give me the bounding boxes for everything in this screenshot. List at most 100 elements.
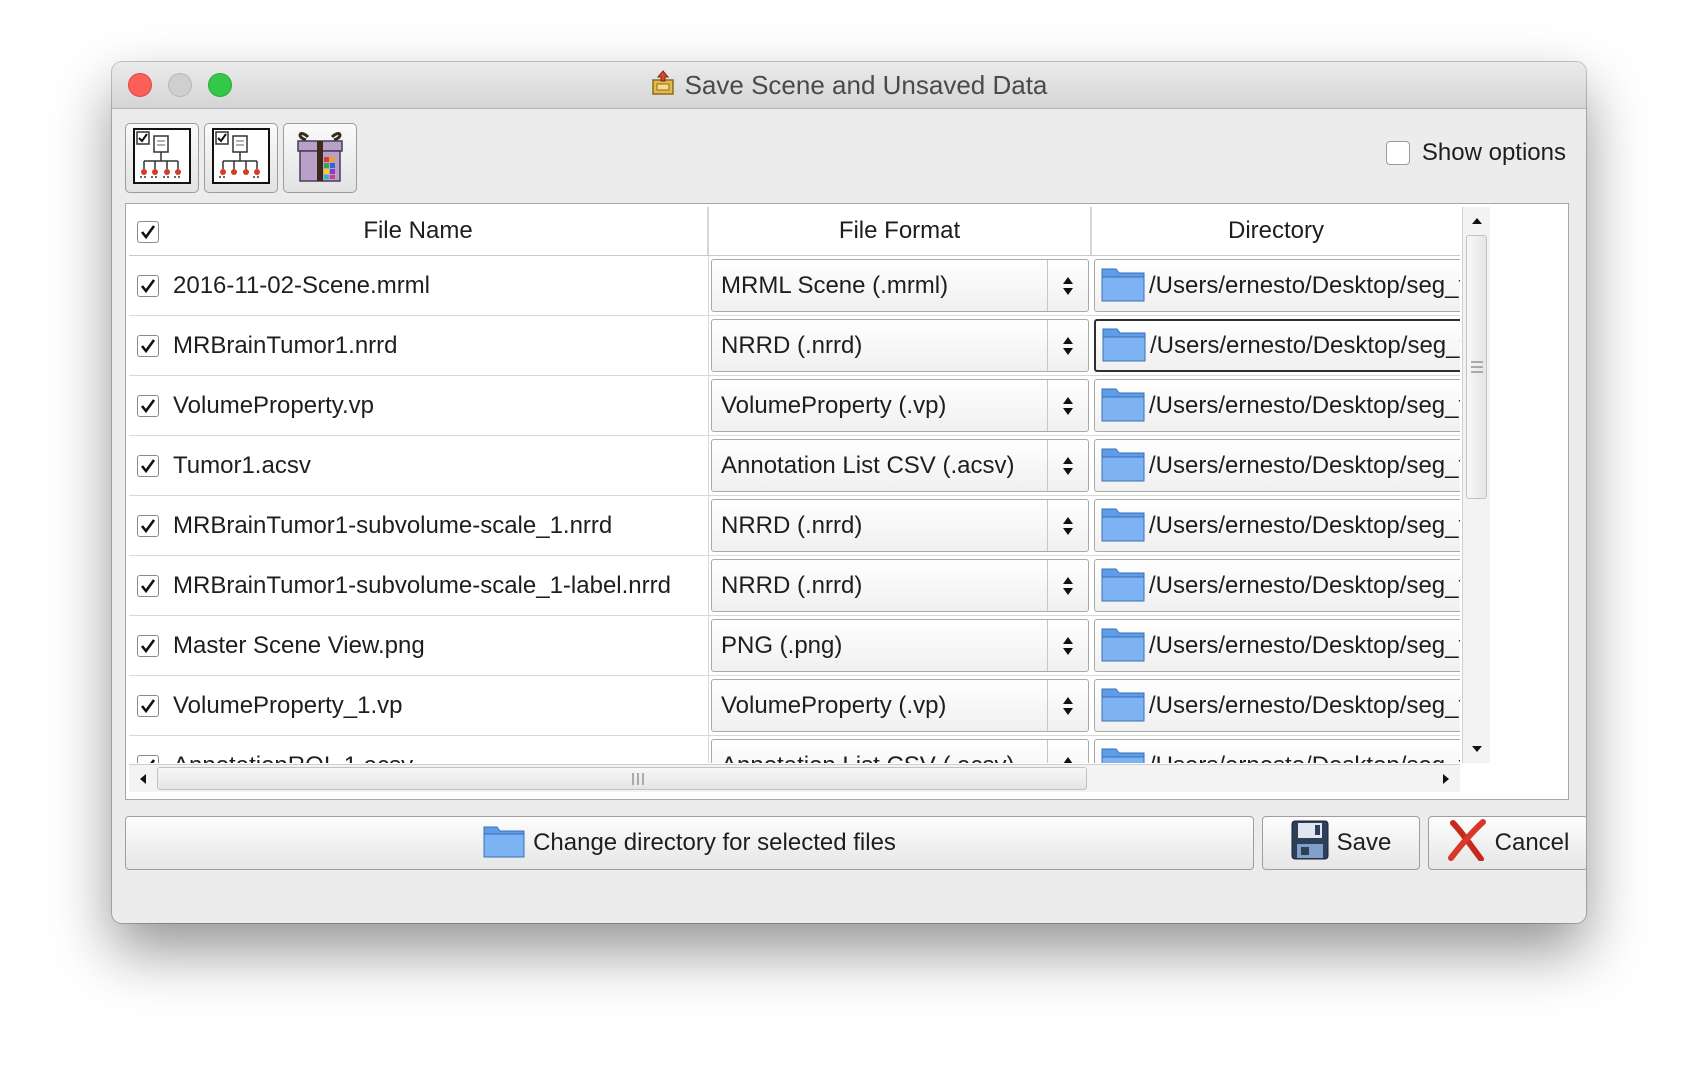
file-name-text[interactable]: Tumor1.acsv	[173, 452, 311, 480]
file-format-value: PNG (.png)	[721, 632, 843, 659]
file-format-dropdown[interactable]: MRML Scene (.mrml)	[711, 259, 1089, 312]
file-format-dropdown[interactable]: Annotation List CSV (.acsv)	[711, 739, 1089, 763]
file-name-cell: VolumeProperty_1.vp	[129, 676, 709, 735]
file-name-text[interactable]: VolumeProperty_1.vp	[173, 692, 402, 720]
dropdown-arrows-icon	[1047, 560, 1088, 611]
directory-button[interactable]: /Users/ernesto/Desktop/seg_tumor1	[1094, 319, 1460, 372]
row-select-checkbox[interactable]	[137, 394, 159, 417]
file-format-dropdown[interactable]: NRRD (.nrrd)	[711, 319, 1089, 372]
file-name-cell: AnnotationROI_1.acsv	[129, 736, 709, 763]
scroll-up-button[interactable]	[1465, 209, 1489, 233]
directory-path: /Users/ernesto/Desktop/seg_tumor1	[1149, 451, 1460, 479]
row-select-checkbox[interactable]	[137, 334, 159, 357]
folder-icon	[1101, 268, 1145, 302]
folder-icon	[1101, 504, 1145, 547]
directory-button[interactable]: /Users/ernesto/Desktop/seg_tumor1	[1094, 559, 1460, 612]
file-name-text[interactable]: MRBrainTumor1-subvolume-scale_1-label.nr…	[173, 572, 671, 600]
scroll-left-button[interactable]	[131, 767, 155, 791]
checkmark-icon	[140, 278, 156, 293]
row-select-checkbox[interactable]	[137, 694, 159, 717]
directory-button[interactable]: /Users/ernesto/Desktop/seg_tumor1	[1094, 379, 1460, 432]
row-select-checkbox[interactable]	[137, 754, 159, 763]
show-options-checkbox[interactable]	[1385, 141, 1410, 165]
select-modified-data-button[interactable]	[204, 123, 278, 193]
table-row[interactable]: VolumeProperty_1.vp VolumeProperty (.vp) /…	[129, 676, 1460, 736]
table-row[interactable]: Tumor1.acsv Annotation List CSV (.acsv) /U…	[129, 436, 1460, 496]
column-header-file-name[interactable]: File Name	[129, 207, 709, 255]
file-format-value: Annotation List CSV (.acsv)	[721, 452, 1015, 479]
table-row[interactable]: MRBrainTumor1.nrrd NRRD (.nrrd) /Users/ern…	[129, 316, 1460, 376]
scroll-right-button[interactable]	[1434, 767, 1458, 791]
table-row[interactable]: MRBrainTumor1-subvolume-scale_1.nrrd NRRD…	[129, 496, 1460, 556]
cancel-x-icon	[1447, 818, 1487, 868]
table-row[interactable]: AnnotationROI_1.acsv Annotation List CSV …	[129, 736, 1460, 763]
directory-button[interactable]: /Users/ernesto/Desktop/seg_tumor1	[1094, 679, 1460, 732]
horizontal-scroll-thumb[interactable]	[157, 767, 1087, 790]
table-header: File Name File Format Directory	[129, 207, 1460, 256]
directory-button[interactable]: /Users/ernesto/Desktop/seg_tumor1	[1094, 439, 1460, 492]
file-name-header-label: File Name	[363, 217, 473, 244]
folder-icon	[1101, 688, 1145, 722]
file-name-text[interactable]: MRBrainTumor1-subvolume-scale_1.nrrd	[173, 512, 612, 540]
directory-path: /Users/ernesto/Desktop/seg_tumor1	[1149, 271, 1460, 299]
checkmark-icon	[140, 698, 156, 713]
vertical-scroll-thumb[interactable]	[1466, 235, 1487, 499]
save-button[interactable]: Save	[1262, 816, 1420, 870]
row-select-checkbox[interactable]	[137, 634, 159, 657]
scroll-down-button[interactable]	[1465, 737, 1489, 761]
file-name-cell: 2016-11-02-Scene.mrml	[129, 256, 709, 315]
create-data-bundle-button[interactable]	[283, 123, 357, 193]
folder-icon	[1101, 684, 1145, 727]
file-name-text[interactable]: Master Scene View.png	[173, 632, 425, 660]
file-format-value: MRML Scene (.mrml)	[721, 272, 949, 299]
folder-icon	[483, 822, 525, 865]
checkmark-icon	[140, 225, 156, 240]
cancel-button[interactable]: Cancel	[1428, 816, 1586, 870]
row-select-checkbox[interactable]	[137, 274, 159, 297]
file-name-text[interactable]: 2016-11-02-Scene.mrml	[173, 272, 430, 300]
folder-icon	[1101, 564, 1145, 607]
change-directory-button[interactable]: Change directory for selected files	[125, 816, 1254, 870]
dropdown-arrows-icon	[1047, 380, 1088, 431]
table-row[interactable]: 2016-11-02-Scene.mrml MRML Scene (.mrml) /…	[129, 256, 1460, 316]
directory-button[interactable]: /Users/ernesto/Desktop/seg_tumor1	[1094, 259, 1460, 312]
folder-icon	[1101, 508, 1145, 542]
row-select-checkbox[interactable]	[137, 574, 159, 597]
folder-icon	[1101, 384, 1145, 427]
select-scene-data-icon	[132, 127, 192, 190]
file-format-dropdown[interactable]: PNG (.png)	[711, 619, 1089, 672]
select-all-checkbox[interactable]	[137, 221, 159, 243]
row-select-checkbox[interactable]	[137, 514, 159, 537]
horizontal-scrollbar[interactable]	[129, 764, 1460, 792]
window-title: Save Scene and Unsaved Data	[684, 69, 1048, 100]
file-format-dropdown[interactable]: Annotation List CSV (.acsv)	[711, 439, 1089, 492]
file-name-cell: MRBrainTumor1-subvolume-scale_1.nrrd	[129, 496, 709, 555]
vertical-scrollbar[interactable]	[1462, 207, 1490, 763]
directory-path: /Users/ernesto/Desktop/seg_tumor1	[1149, 631, 1460, 659]
file-name-text[interactable]: MRBrainTumor1.nrrd	[173, 332, 398, 360]
file-format-dropdown[interactable]: NRRD (.nrrd)	[711, 499, 1089, 552]
show-options-label: Show options	[1421, 139, 1566, 166]
select-scene-data-button[interactable]	[125, 123, 199, 193]
show-options-toggle[interactable]: Show options	[1385, 139, 1566, 167]
column-header-directory[interactable]: Directory	[1092, 207, 1460, 255]
file-format-dropdown[interactable]: VolumeProperty (.vp)	[711, 679, 1089, 732]
file-name-text[interactable]: VolumeProperty.vp	[173, 392, 374, 420]
directory-path: /Users/ernesto/Desktop/seg_tumor1	[1149, 391, 1460, 419]
file-name-text[interactable]: AnnotationROI_1.acsv	[173, 752, 413, 764]
file-format-dropdown[interactable]: NRRD (.nrrd)	[711, 559, 1089, 612]
arrow-left-icon	[140, 774, 146, 784]
table-row[interactable]: Master Scene View.png PNG (.png) /Users/er…	[129, 616, 1460, 676]
row-select-checkbox[interactable]	[137, 454, 159, 477]
file-format-dropdown[interactable]: VolumeProperty (.vp)	[711, 379, 1089, 432]
directory-button[interactable]: /Users/ernesto/Desktop/seg_tumor1	[1094, 499, 1460, 552]
folder-icon	[1101, 444, 1145, 487]
directory-button[interactable]: /Users/ernesto/Desktop/seg_tumor1	[1094, 739, 1460, 763]
table-row[interactable]: VolumeProperty.vp VolumeProperty (.vp) /Us…	[129, 376, 1460, 436]
table-row[interactable]: MRBrainTumor1-subvolume-scale_1-label.nr…	[129, 556, 1460, 616]
column-header-file-format[interactable]: File Format	[709, 207, 1092, 255]
folder-icon	[1101, 568, 1145, 602]
directory-button[interactable]: /Users/ernesto/Desktop/seg_tumor1	[1094, 619, 1460, 672]
dropdown-arrows-icon	[1047, 260, 1088, 311]
up-down-arrows-icon	[1063, 396, 1073, 415]
